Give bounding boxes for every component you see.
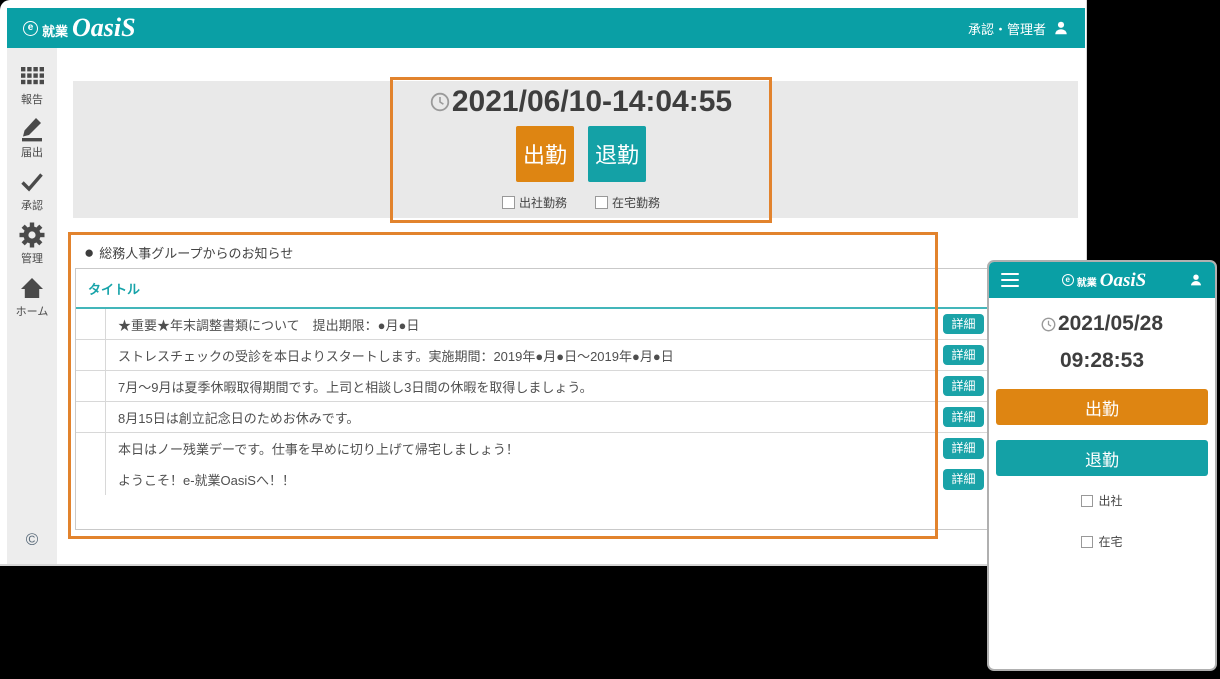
detail-button[interactable]: 詳細 — [943, 407, 983, 427]
mobile-remote-checkbox[interactable]: 在宅 — [989, 533, 1215, 550]
announcement-title: 7月～9月は夏季休暇取得期間です。上司と相談し3日間の休暇を取得しましょう。 — [106, 371, 937, 401]
detail-button[interactable]: 詳細 — [943, 438, 983, 458]
mobile-app-window: e 就業 OasiS 2021/05/28 09:28:53 出勤 — [987, 260, 1217, 671]
row-action-cell: 詳細 — [937, 464, 989, 495]
user-menu[interactable]: 承認・管理者 — [968, 19, 1069, 38]
mobile-logo-jp-text: 就業 — [1077, 274, 1097, 289]
home-icon — [20, 275, 44, 301]
logo-e-icon: e — [23, 21, 38, 36]
row-number-cell — [76, 402, 106, 432]
screenshot-background: e 就業 OasiS 承認・管理者 — [0, 0, 1220, 679]
announcement-title: ようこそ！e-就業OasiSへ！！ — [106, 464, 937, 495]
sidebar-item-manage[interactable]: 管理 — [19, 222, 45, 266]
mobile-office-checkbox-box[interactable] — [1081, 495, 1093, 507]
copyright-icon: © — [26, 530, 39, 550]
row-action-cell: 詳細 — [937, 433, 989, 464]
remote-work-checkbox-box[interactable] — [595, 196, 608, 209]
announcement-title: 本日はノー残業デーです。仕事を早めに切り上げて帰宅しましょう！ — [106, 433, 937, 464]
mobile-clock-icon — [1041, 317, 1056, 332]
office-work-checkbox[interactable]: 出社勤務 — [502, 194, 567, 211]
mobile-app-header: e 就業 OasiS — [989, 262, 1215, 298]
current-datetime: 2021/06/10-14:04:55 — [393, 85, 769, 119]
pencil-icon — [20, 116, 44, 142]
logo-jp-text: 就業 — [42, 21, 68, 40]
mobile-person-icon[interactable] — [1189, 273, 1203, 287]
table-row: ★重要★年末調整書類について 提出期限：●月●日 詳細 — [76, 309, 989, 340]
announcement-title: 8月15日は創立記念日のためお休みです。 — [106, 402, 937, 432]
app-header: e 就業 OasiS 承認・管理者 — [7, 8, 1085, 48]
detail-button[interactable]: 詳細 — [943, 376, 983, 396]
column-header-title: タイトル — [76, 279, 937, 298]
check-icon — [20, 169, 44, 195]
row-number-cell — [76, 433, 106, 464]
user-role-label: 承認・管理者 — [968, 19, 1046, 38]
mobile-app-logo: e 就業 OasiS — [1019, 271, 1189, 290]
row-number-cell — [76, 309, 106, 339]
table-header-row: タイトル — [76, 269, 989, 309]
table-row: 7月～9月は夏季休暇取得期間です。上司と相談し3日間の休暇を取得しましょう。 詳… — [76, 371, 989, 402]
row-number-cell — [76, 340, 106, 370]
mobile-current-date: 2021/05/28 — [989, 312, 1215, 336]
office-work-label: 出社勤務 — [519, 194, 567, 211]
table-row: ストレスチェックの受診を本日よりスタートします。実施期間：2019年●月●日～2… — [76, 340, 989, 371]
mobile-office-checkbox[interactable]: 出社 — [989, 492, 1215, 509]
mobile-logo-e-icon: e — [1062, 274, 1074, 286]
logo-latin-text: OasiS — [72, 15, 136, 41]
row-number-cell — [76, 371, 106, 401]
sidebar-item-approve[interactable]: 承認 — [20, 169, 44, 213]
announcements-table: タイトル ★重要★年末調整書類について 提出期限：●月●日 詳細 ストレスチェッ… — [75, 268, 990, 530]
sidebar-item-submit[interactable]: 届出 — [20, 116, 44, 160]
clock-icon — [430, 92, 450, 112]
mobile-remote-checkbox-box[interactable] — [1081, 536, 1093, 548]
mobile-clock-in-button[interactable]: 出勤 — [996, 389, 1208, 425]
sidebar-item-report[interactable]: 報告 — [21, 63, 44, 107]
remote-work-checkbox[interactable]: 在宅勤務 — [595, 194, 660, 211]
bullet-icon: ● — [84, 244, 94, 261]
mobile-date-text: 2021/05/28 — [1058, 312, 1163, 336]
table-row: 8月15日は創立記念日のためお休みです。 詳細 — [76, 402, 989, 433]
detail-button[interactable]: 詳細 — [943, 314, 983, 334]
sidebar-label-home: ホーム — [16, 303, 49, 319]
detail-button[interactable]: 詳細 — [943, 345, 983, 365]
announcements-title-text: 総務人事グループからのお知らせ — [99, 243, 293, 262]
office-work-checkbox-box[interactable] — [502, 196, 515, 209]
sidebar-item-home[interactable]: ホーム — [16, 275, 49, 319]
gear-icon — [19, 222, 45, 248]
datetime-text: 2021/06/10-14:04:55 — [452, 85, 732, 119]
mobile-current-time: 09:28:53 — [989, 349, 1215, 373]
person-icon — [1053, 20, 1069, 36]
clock-out-button[interactable]: 退勤 — [588, 126, 646, 182]
sidebar-label-manage: 管理 — [21, 250, 43, 266]
mobile-remote-label: 在宅 — [1098, 533, 1122, 550]
mobile-logo-latin-text: OasiS — [1100, 271, 1146, 290]
table-row: ようこそ！e-就業OasiSへ！！ 詳細 — [76, 464, 989, 495]
clock-in-button[interactable]: 出勤 — [516, 126, 574, 182]
announcement-title: ★重要★年末調整書類について 提出期限：●月●日 — [106, 309, 937, 339]
row-action-cell: 詳細 — [937, 402, 989, 432]
row-action-cell: 詳細 — [937, 309, 989, 339]
sidebar-label-approve: 承認 — [21, 197, 43, 213]
grid-icon — [21, 63, 44, 89]
remote-work-label: 在宅勤務 — [612, 194, 660, 211]
mobile-clock-out-button[interactable]: 退勤 — [996, 440, 1208, 476]
app-logo: e 就業 OasiS — [23, 15, 136, 41]
row-action-cell: 詳細 — [937, 340, 989, 370]
main-app-window: e 就業 OasiS 承認・管理者 — [0, 0, 1087, 566]
hamburger-menu-icon[interactable] — [1001, 273, 1019, 288]
punch-buttons: 出勤 退勤 — [393, 126, 769, 182]
table-row: 本日はノー残業デーです。仕事を早めに切り上げて帰宅しましょう！ 詳細 — [76, 433, 989, 464]
announcements-section-title: ● 総務人事グループからのお知らせ — [84, 243, 293, 262]
sidebar-label-report: 報告 — [21, 91, 43, 107]
announcement-title: ストレスチェックの受診を本日よりスタートします。実施期間：2019年●月●日～2… — [106, 340, 937, 370]
sidebar-label-submit: 届出 — [21, 144, 43, 160]
mobile-office-label: 出社 — [1098, 492, 1122, 509]
punch-clock-panel: 2021/06/10-14:04:55 出勤 退勤 出社勤務 在宅勤務 — [390, 77, 772, 223]
work-type-checkboxes: 出社勤務 在宅勤務 — [393, 194, 769, 211]
sidebar-nav: 報告 届出 承認 — [7, 48, 57, 564]
detail-button[interactable]: 詳細 — [943, 469, 983, 489]
row-number-cell — [76, 464, 106, 495]
row-action-cell: 詳細 — [937, 371, 989, 401]
